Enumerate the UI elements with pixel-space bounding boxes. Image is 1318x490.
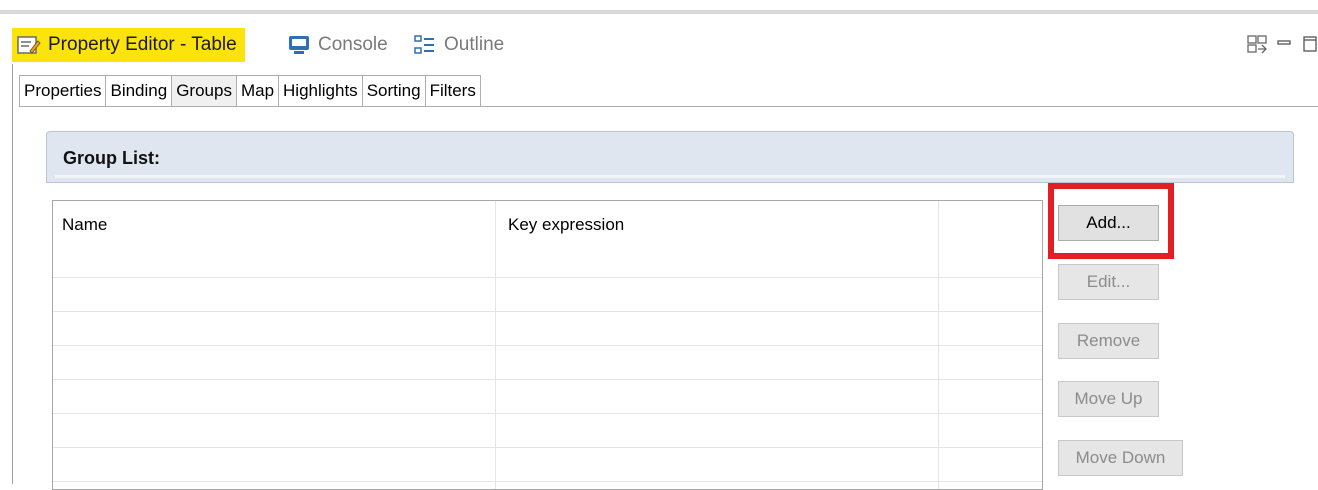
tab-groups[interactable]: Groups	[171, 75, 236, 107]
maximize-icon[interactable]	[1302, 34, 1318, 59]
group-list-section-header: Group List:	[46, 131, 1294, 183]
tab-property-editor-label: Property Editor - Table	[48, 34, 237, 55]
view-menu-icon[interactable]	[1246, 34, 1268, 59]
view-tab-bar: Property Editor - Table Console Outline	[12, 24, 1318, 64]
tab-properties[interactable]: Properties	[19, 75, 106, 107]
top-border	[0, 0, 1318, 14]
tab-highlights[interactable]: Highlights	[278, 75, 362, 107]
move-down-button[interactable]: Move Down	[1058, 440, 1183, 476]
row-divider	[53, 277, 1042, 278]
tab-console-label: Console	[318, 34, 388, 55]
console-icon	[286, 34, 312, 56]
section-header-underline	[55, 175, 1285, 178]
minimize-icon[interactable]	[1276, 34, 1294, 59]
tab-filters[interactable]: Filters	[424, 75, 481, 107]
row-divider	[53, 311, 1042, 312]
annotation-highlight-box	[1048, 183, 1174, 259]
column-header-name[interactable]: Name	[62, 215, 107, 235]
row-divider	[53, 379, 1042, 380]
move-up-button[interactable]: Move Up	[1058, 381, 1159, 417]
tab-strip-divider	[19, 106, 1318, 107]
group-list-table[interactable]: Name Key expression	[52, 200, 1043, 490]
section-title: Group List:	[63, 148, 160, 168]
outline-icon	[412, 34, 438, 56]
tab-outline-label: Outline	[444, 34, 505, 55]
edit-button[interactable]: Edit...	[1058, 264, 1159, 300]
row-divider	[53, 447, 1042, 448]
tab-map[interactable]: Map	[235, 75, 279, 107]
tab-sorting[interactable]: Sorting	[361, 75, 425, 107]
row-divider	[53, 413, 1042, 414]
remove-button[interactable]: Remove	[1058, 323, 1159, 359]
property-editor-icon	[16, 34, 42, 56]
column-header-key-expression[interactable]: Key expression	[508, 215, 624, 235]
tab-binding[interactable]: Binding	[105, 75, 172, 107]
tab-console[interactable]: Console	[286, 28, 388, 62]
row-divider	[53, 481, 1042, 482]
editor-tab-strip: Properties Binding Groups Map Highlights…	[19, 75, 481, 107]
row-divider	[53, 345, 1042, 346]
tab-outline[interactable]: Outline	[412, 28, 504, 62]
tab-property-editor[interactable]: Property Editor - Table	[12, 28, 245, 62]
